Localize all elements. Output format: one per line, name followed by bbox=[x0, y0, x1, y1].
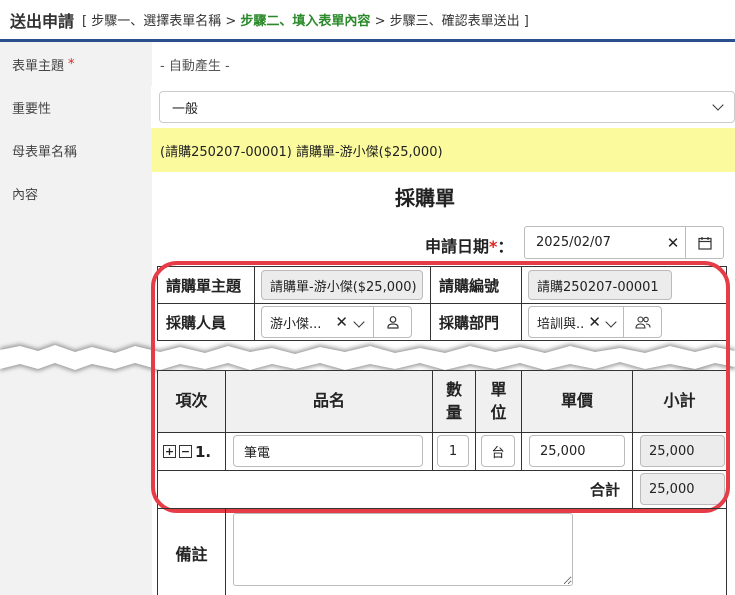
subject-label: 表單主題 * bbox=[0, 42, 152, 86]
date-colon: ： bbox=[497, 237, 514, 256]
importance-select[interactable]: 一般 bbox=[159, 91, 735, 123]
buyer-select[interactable]: 游小傑... ✕ bbox=[261, 306, 412, 338]
col-header-name: 品名 bbox=[225, 370, 433, 433]
form-title: 採購單 bbox=[395, 186, 455, 210]
breadcrumb-step-1[interactable]: 步驟一、選擇表單名稱 bbox=[91, 14, 221, 29]
price-input[interactable]: 25,000 bbox=[529, 435, 625, 467]
date-label: 申請日期*： bbox=[425, 233, 513, 257]
step-breadcrumb: [ 步驟一、選擇表單名稱 > 步驟二、填入表單內容 > 步驟三、確認表單送出 ] bbox=[82, 10, 529, 29]
unit-input[interactable]: 台 bbox=[481, 435, 515, 467]
page-header: 送出申請 [ 步驟一、選擇表單名稱 > 步驟二、填入表單內容 > 步驟三、確認表… bbox=[0, 0, 735, 42]
person-icon[interactable] bbox=[373, 307, 411, 337]
page-title: 送出申請 bbox=[10, 11, 75, 31]
subtotal-field: 25,000 bbox=[640, 435, 725, 467]
breadcrumb-step-3: 步驟三、確認表單送出 bbox=[389, 14, 520, 29]
remove-row-icon[interactable]: − bbox=[179, 445, 192, 458]
chevron-down-icon[interactable] bbox=[353, 316, 365, 328]
item-name-input[interactable]: 筆電 bbox=[233, 435, 423, 467]
parent-form-label: 母表單名稱 bbox=[0, 128, 152, 172]
qty-input[interactable]: 1 bbox=[437, 435, 469, 467]
importance-row: 重要性 一般 bbox=[0, 86, 735, 128]
required-mark: * bbox=[68, 56, 75, 72]
dept-value: 培訓與... bbox=[537, 316, 586, 332]
date-value[interactable]: 2025/02/07 bbox=[525, 235, 661, 250]
breadcrumb-step-2: 步驟二、填入表單內容 bbox=[240, 14, 371, 29]
date-input[interactable]: 2025/02/07 ✕ bbox=[524, 226, 724, 259]
memo-textarea[interactable] bbox=[233, 513, 573, 586]
col-header-unit: 單 位 bbox=[475, 370, 522, 433]
date-label-text: 申請日期 bbox=[425, 237, 490, 256]
col-header-no: 項次 bbox=[157, 370, 226, 433]
col-header-subtotal: 小計 bbox=[632, 370, 727, 433]
col-header-price: 單價 bbox=[521, 370, 633, 433]
subject-row: 表單主題 * - 自動產生 - bbox=[0, 42, 735, 86]
breadcrumb-open: [ bbox=[82, 14, 92, 29]
total-field: 25,000 bbox=[640, 473, 725, 505]
pr-subject-label: 請購單主題 bbox=[157, 266, 255, 304]
memo-label: 備註 bbox=[157, 508, 226, 595]
parent-form-row: 母表單名稱 (請購250207-00001) 請購單-游小傑($25,000) bbox=[0, 128, 735, 172]
pr-number-label: 請購編號 bbox=[430, 266, 522, 304]
dept-label: 採購部門 bbox=[430, 303, 522, 341]
content-label: 內容 bbox=[0, 172, 152, 595]
add-row-icon[interactable]: + bbox=[163, 445, 176, 458]
breadcrumb-close: ] bbox=[519, 14, 529, 29]
clear-icon[interactable]: ✕ bbox=[661, 234, 685, 252]
clear-icon[interactable]: ✕ bbox=[585, 313, 604, 331]
dept-select[interactable]: 培訓與... ✕ bbox=[528, 306, 662, 338]
pr-subject-field: 請購單-游小傑($25,000) bbox=[261, 270, 423, 300]
importance-select-value: 一般 bbox=[172, 101, 199, 117]
col-header-qty: 數 量 bbox=[432, 370, 476, 433]
subject-label-text: 表單主題 bbox=[12, 58, 65, 74]
chevron-down-icon bbox=[712, 99, 724, 111]
breadcrumb-sep: > bbox=[370, 14, 390, 29]
calendar-icon[interactable] bbox=[685, 227, 723, 258]
row-no: 1. bbox=[195, 442, 212, 461]
table-row: + − 1. bbox=[157, 432, 226, 471]
importance-label: 重要性 bbox=[0, 86, 151, 128]
total-label: 合計 bbox=[157, 470, 633, 509]
breadcrumb-sep: > bbox=[221, 14, 241, 29]
clear-icon[interactable]: ✕ bbox=[332, 313, 351, 331]
parent-form-value: (請購250207-00001) 請購單-游小傑($25,000) bbox=[152, 128, 735, 172]
pr-number-field: 請購250207-00001 bbox=[528, 270, 672, 300]
buyer-label: 採購人員 bbox=[157, 303, 255, 341]
chevron-down-icon[interactable] bbox=[605, 316, 617, 328]
buyer-value: 游小傑... bbox=[270, 316, 322, 332]
subject-value: - 自動產生 - bbox=[160, 58, 230, 74]
group-icon[interactable] bbox=[623, 307, 661, 337]
